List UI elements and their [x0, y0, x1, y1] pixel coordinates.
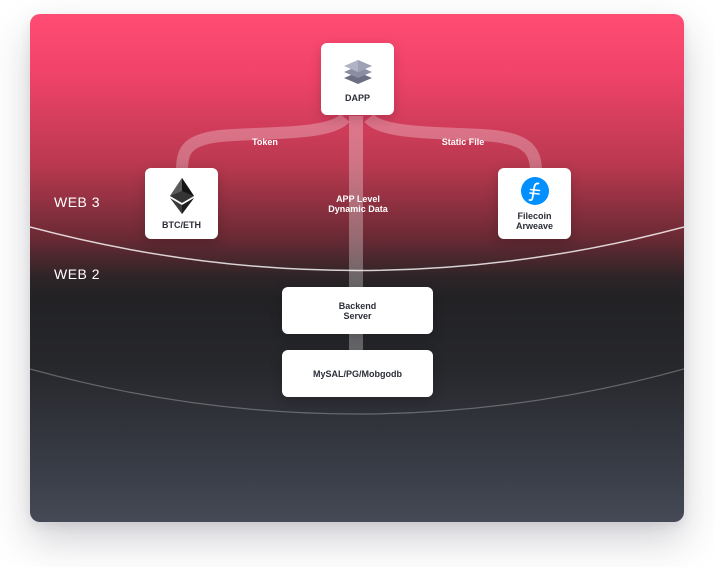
dapp-node: DAPP — [321, 43, 394, 115]
database-label: MySAL/PG/Mobgodb — [313, 368, 402, 379]
database-node: MySAL/PG/Mobgodb — [282, 350, 433, 397]
app-level-flow-label: APP Level Dynamic Data — [328, 194, 388, 214]
btc-eth-label: BTC/ETH — [162, 219, 201, 230]
backend-server-label: Backend Server — [338, 300, 377, 321]
ethereum-icon — [169, 177, 194, 214]
filecoin-icon — [520, 176, 549, 205]
layers-stack-icon — [342, 55, 374, 87]
dapp-label: DAPP — [344, 93, 370, 103]
filecoin-node: Filecoin Arweave — [498, 168, 571, 239]
web2-label: WEB 2 — [54, 266, 101, 282]
filecoin-label: Filecoin Arweave — [515, 210, 554, 231]
diagram-card: WEB 3 WEB 2 Token Static File APP Level … — [30, 14, 684, 522]
static-file-flow-label: Static File — [441, 137, 485, 147]
token-flow-label: Token — [252, 137, 278, 147]
btc-eth-node: BTC/ETH — [145, 168, 218, 239]
backend-server-node: Backend Server — [282, 287, 433, 334]
web3-label: WEB 3 — [54, 194, 101, 210]
